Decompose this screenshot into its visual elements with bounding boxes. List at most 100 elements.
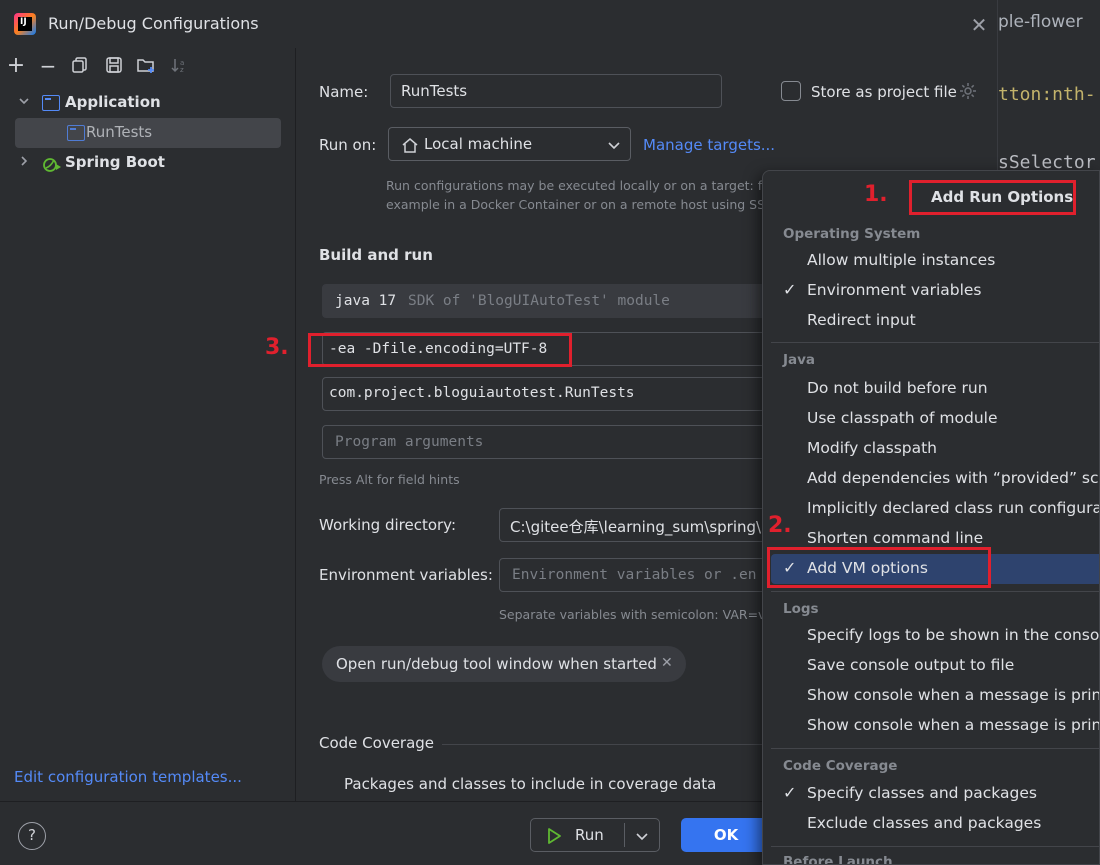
open-tool-window-chip[interactable]: Open run/debug tool window when started … [322, 646, 686, 682]
option-label: Show console when a message is printed [807, 716, 1100, 734]
name-label: Name: [319, 83, 369, 101]
option-environment-variables[interactable]: ✓ Environment variables [771, 276, 1099, 306]
run-button[interactable]: Run [530, 818, 660, 852]
program-arguments-input[interactable]: Program arguments [322, 425, 772, 459]
store-as-project-file-label: Store as project file [811, 83, 957, 101]
code-coverage-heading: Code Coverage [319, 734, 435, 752]
option-use-classpath-of-module[interactable]: Use classpath of module [771, 404, 1099, 434]
svg-text:z: z [180, 66, 184, 74]
name-input[interactable]: RunTests [390, 74, 722, 108]
working-directory-input[interactable]: C:\gitee仓库\learning_sum\spring\l [499, 508, 772, 542]
option-redirect-input[interactable]: Redirect input [771, 306, 1099, 336]
option-implicitly-declared-class[interactable]: Implicitly declared class run configurat… [771, 494, 1099, 524]
option-label: Exclude classes and packages [807, 814, 1042, 832]
chevron-down-icon [607, 138, 621, 156]
run-on-hint: Run configurations may be executed local… [386, 178, 770, 193]
jre-detail: SDK of 'BlogUIAutoTest' module [408, 293, 670, 309]
option-label: Specify logs to be shown in the console [807, 626, 1100, 644]
application-config-icon [42, 95, 60, 111]
annotation-number-1: 1. [864, 182, 888, 207]
close-button[interactable]: ✕ [968, 14, 990, 36]
option-label: Show console when a message is printed [807, 686, 1100, 704]
tree-item-runtests[interactable]: RunTests [15, 118, 281, 148]
title-bar: IJ Run/Debug Configurations ✕ [0, 0, 998, 48]
option-specify-logs[interactable]: Specify logs to be shown in the console [771, 621, 1100, 651]
divider [442, 744, 772, 745]
tree-item-spring-boot[interactable]: Spring Boot [0, 148, 296, 178]
jre-select[interactable]: java 17 SDK of 'BlogUIAutoTest' module [322, 284, 772, 318]
new-folder-icon[interactable] [136, 56, 156, 76]
jre-java-version: java 17 [335, 293, 397, 309]
annotation-box-vm-options [308, 333, 572, 367]
sort-icon[interactable]: az [170, 56, 190, 76]
copy-icon[interactable] [70, 56, 90, 76]
tree-item-label: Spring Boot [65, 153, 165, 171]
main-class-input[interactable]: com.project.bloguiautotest.RunTests [322, 377, 772, 411]
play-icon [545, 827, 563, 849]
option-show-console-stderr[interactable]: Show console when a message is printed [771, 711, 1100, 741]
environment-variables-placeholder: Environment variables or .en [512, 567, 757, 583]
run-on-select[interactable]: Local machine [388, 127, 631, 161]
tree-item-label: Application [65, 93, 161, 111]
sidebar-toolbar: + − az [0, 52, 296, 80]
program-arguments-placeholder: Program arguments [335, 434, 484, 450]
gear-icon[interactable] [958, 81, 978, 101]
group-heading-operating-system: Operating System [783, 226, 921, 242]
divider [771, 342, 1099, 343]
remove-icon[interactable]: − [38, 56, 58, 76]
application-config-icon [67, 125, 85, 141]
option-do-not-build-before-run[interactable]: Do not build before run [771, 374, 1099, 404]
edit-configuration-templates-link[interactable]: Edit configuration templates... [14, 768, 242, 786]
chevron-right-icon[interactable] [17, 155, 31, 169]
option-label: Environment variables [807, 281, 982, 299]
option-label: Shorten command line [807, 529, 984, 547]
chevron-down-icon[interactable] [635, 829, 649, 847]
divider [771, 748, 1099, 749]
field-hint: Press Alt for field hints [319, 472, 460, 487]
add-icon[interactable]: + [6, 55, 26, 77]
manage-targets-link[interactable]: Manage targets... [643, 136, 775, 154]
option-modify-classpath[interactable]: Modify classpath [771, 434, 1099, 464]
help-button[interactable]: ? [18, 822, 46, 850]
option-add-dependencies-provided[interactable]: Add dependencies with “provided” scop [771, 464, 1099, 494]
run-on-hint: example in a Docker Container or on a re… [386, 197, 769, 212]
option-label: Do not build before run [807, 379, 988, 397]
dialog-title: Run/Debug Configurations [48, 14, 259, 33]
option-label: Specify classes and packages [807, 784, 1037, 802]
app-icon-text: IJ [20, 17, 27, 27]
option-allow-multiple-instances[interactable]: Allow multiple instances [771, 246, 1099, 276]
group-heading-before-launch: Before Launch [783, 854, 893, 865]
annotation-box-add-run-options [909, 180, 1076, 215]
store-as-project-file-checkbox[interactable] [781, 81, 801, 101]
option-label: Modify classpath [807, 439, 938, 457]
option-label: Use classpath of module [807, 409, 998, 427]
configurations-sidebar: + − az Application RunTests Spring Boot … [0, 48, 296, 801]
option-exclude-classes-and-packages[interactable]: Exclude classes and packages [771, 809, 1099, 839]
option-save-console-output[interactable]: Save console output to file [771, 651, 1099, 681]
checkmark-icon: ✓ [783, 783, 797, 802]
build-and-run-heading: Build and run [319, 246, 433, 264]
run-on-label: Run on: [319, 136, 377, 154]
name-input-value: RunTests [401, 82, 468, 100]
save-icon[interactable] [104, 56, 124, 76]
tree-item-label: RunTests [86, 123, 153, 141]
option-label: Redirect input [807, 311, 916, 329]
group-heading-java: Java [783, 352, 816, 368]
divider [771, 846, 1099, 847]
working-directory-value: C:\gitee仓库\learning_sum\spring\l [510, 518, 766, 536]
chevron-down-icon[interactable] [17, 95, 31, 109]
remove-chip-icon[interactable]: ✕ [661, 655, 673, 671]
option-show-console-stdout[interactable]: Show console when a message is printed [771, 681, 1100, 711]
chip-label: Open run/debug tool window when started [336, 655, 657, 673]
close-icon: ✕ [970, 13, 988, 37]
option-specify-classes-and-packages[interactable]: ✓ Specify classes and packages [771, 779, 1099, 809]
environment-variables-input[interactable]: Environment variables or .en [499, 558, 772, 592]
option-label: Save console output to file [807, 656, 1015, 674]
tree-item-application[interactable]: Application [0, 88, 296, 118]
annotation-number-3: 3. [265, 335, 289, 360]
ok-button[interactable]: OK [681, 818, 771, 852]
option-label: Allow multiple instances [807, 251, 996, 269]
run-button-label: Run [575, 826, 604, 844]
packages-coverage-label: Packages and classes to include in cover… [344, 775, 717, 793]
checkmark-icon: ✓ [783, 280, 797, 299]
